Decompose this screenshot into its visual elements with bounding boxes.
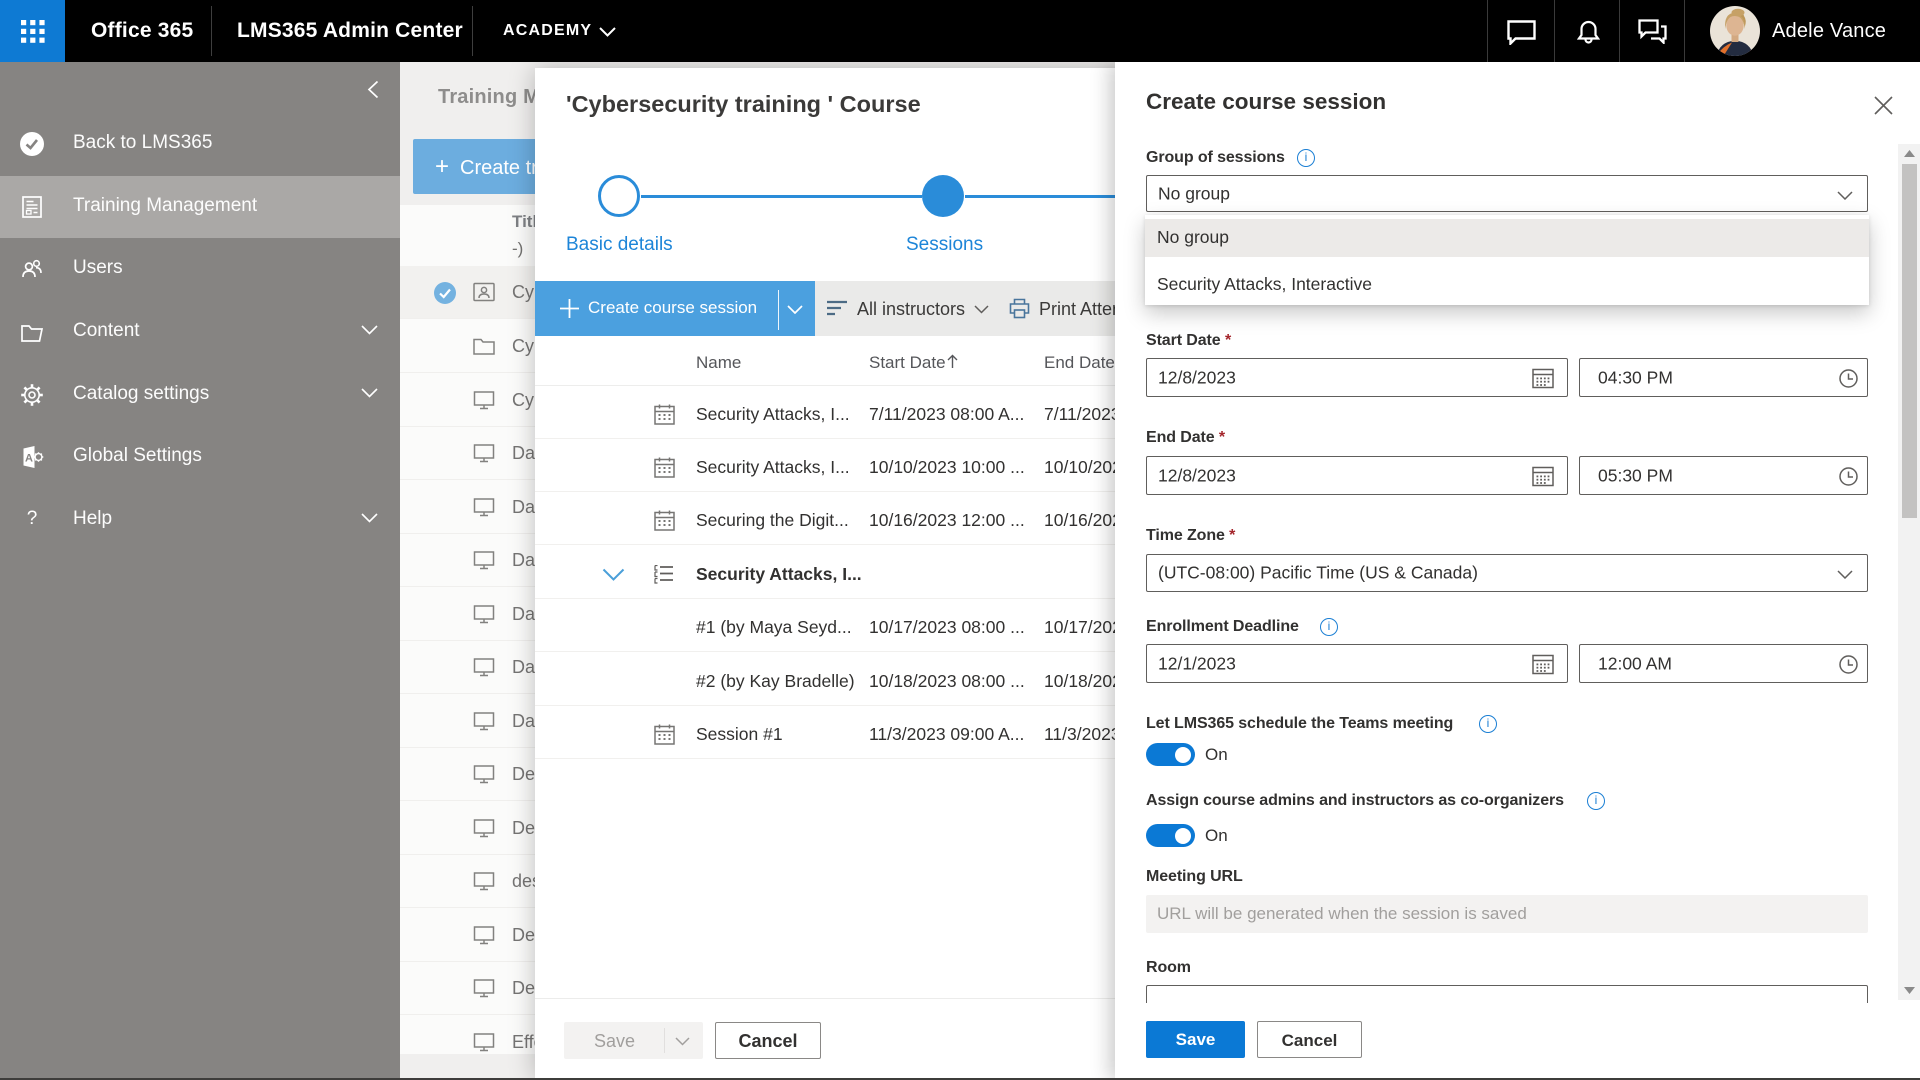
svg-text:A: A — [25, 453, 33, 465]
